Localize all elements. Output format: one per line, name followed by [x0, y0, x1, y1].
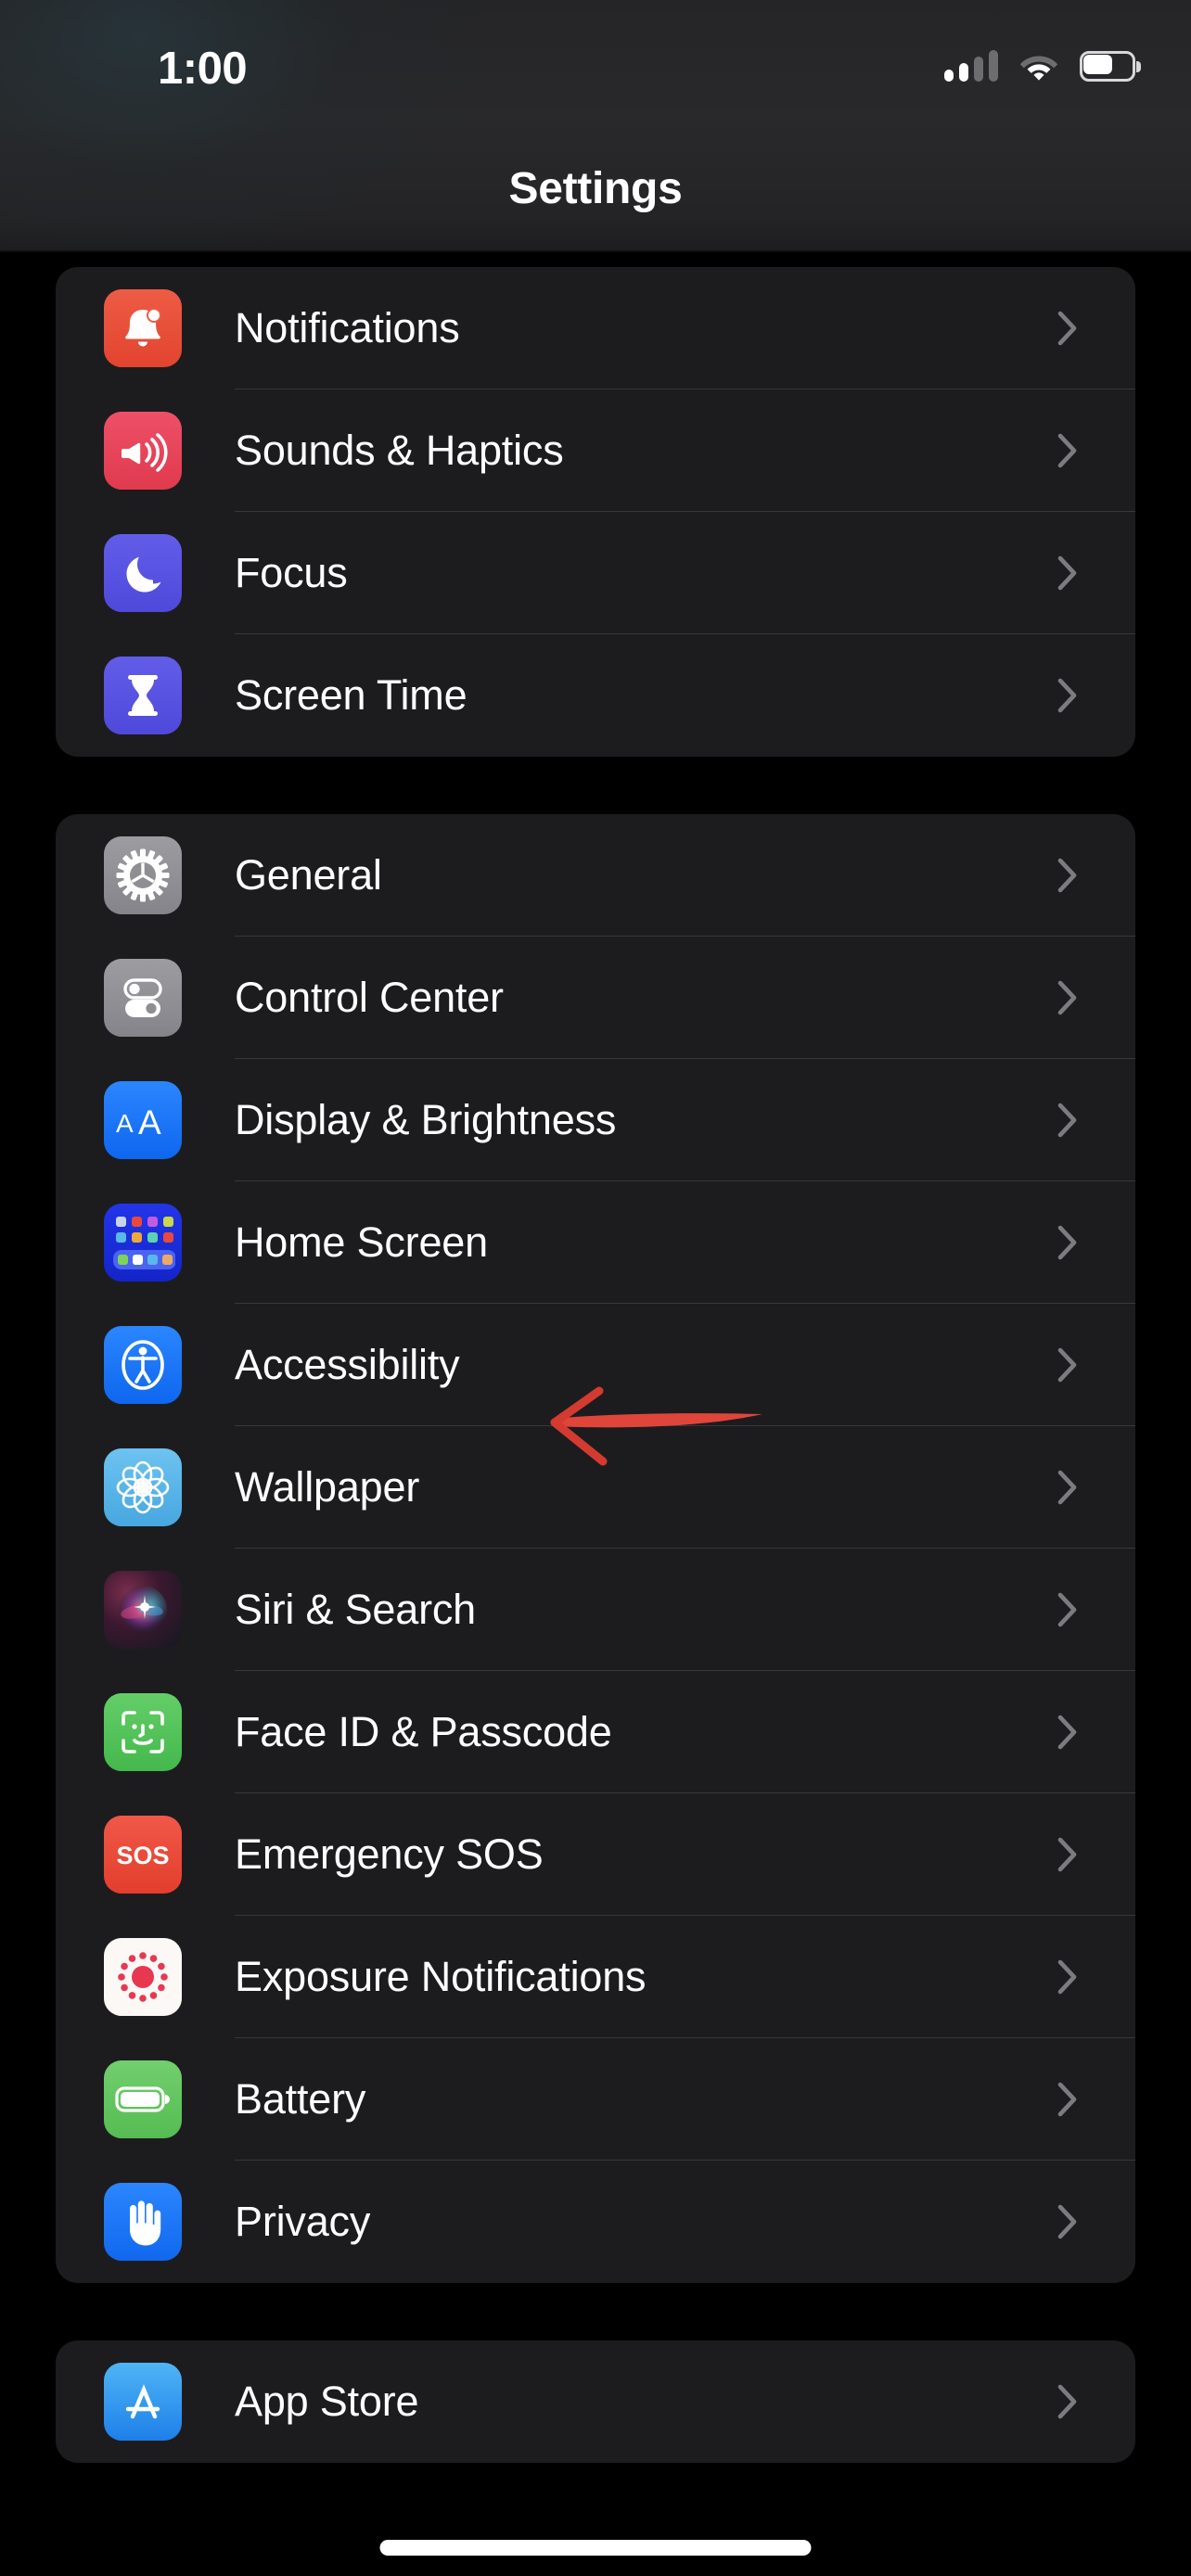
- status-bar: 1:00: [0, 0, 1191, 111]
- moon-icon: [104, 534, 182, 612]
- settings-row-label: Emergency SOS: [235, 1830, 544, 1879]
- chevron-right-icon: [1057, 980, 1078, 1015]
- chevron-right-icon: [1057, 1715, 1078, 1750]
- chevron-right-icon: [1057, 2204, 1078, 2239]
- battery-icon: [1080, 51, 1141, 82]
- settings-scroll-view[interactable]: Notifications Sounds & Haptics Focus Scr…: [0, 252, 1191, 2576]
- chevron-right-icon: [1057, 555, 1078, 591]
- settings-row-privacy[interactable]: Privacy: [56, 2161, 1135, 2283]
- settings-row-label: Accessibility: [235, 1341, 459, 1389]
- settings-row-face-id-passcode[interactable]: Face ID & Passcode: [56, 1671, 1135, 1793]
- settings-row-label: App Store: [235, 2378, 418, 2426]
- group-store: App Store: [56, 2340, 1135, 2463]
- chevron-right-icon: [1057, 1225, 1078, 1260]
- chevron-right-icon: [1057, 311, 1078, 346]
- status-bar-clock: 1:00: [158, 43, 362, 95]
- chevron-right-icon: [1057, 678, 1078, 713]
- settings-row-label: Focus: [235, 549, 348, 597]
- settings-row-battery[interactable]: Battery: [56, 2038, 1135, 2161]
- group-notifications: Notifications Sounds & Haptics Focus Scr…: [56, 267, 1135, 757]
- battery-full-icon: [104, 2060, 182, 2138]
- accessibility-person-icon: [104, 1326, 182, 1404]
- chevron-right-icon: [1057, 2384, 1078, 2419]
- settings-row-label: Wallpaper: [235, 1463, 419, 1511]
- chevron-right-icon: [1057, 2082, 1078, 2117]
- speaker-waves-icon: [104, 412, 182, 490]
- settings-row-label: Control Center: [235, 974, 504, 1022]
- sos-icon: SOS: [104, 1816, 182, 1894]
- settings-row-app-store[interactable]: App Store: [56, 2340, 1135, 2463]
- settings-row-label: Privacy: [235, 2198, 370, 2246]
- exposure-dots-icon: [104, 1938, 182, 2016]
- chevron-right-icon: [1057, 433, 1078, 468]
- settings-row-label: General: [235, 851, 382, 899]
- svg-text:SOS: SOS: [116, 1842, 169, 1869]
- settings-row-label: Face ID & Passcode: [235, 1708, 612, 1756]
- sliders-toggle-icon: [104, 959, 182, 1037]
- settings-row-label: Notifications: [235, 304, 460, 352]
- settings-row-label: Screen Time: [235, 671, 467, 720]
- settings-row-notifications[interactable]: Notifications: [56, 267, 1135, 389]
- app-store-icon: [104, 2363, 182, 2441]
- page-title: Settings: [0, 163, 1191, 214]
- gear-icon: [104, 836, 182, 914]
- app-grid-icon: [104, 1204, 182, 1282]
- chevron-right-icon: [1057, 1347, 1078, 1383]
- settings-row-siri-search[interactable]: Siri & Search: [56, 1549, 1135, 1671]
- flower-icon: [104, 1448, 182, 1526]
- settings-row-general[interactable]: General: [56, 814, 1135, 937]
- group-general: General Control Center A A Display & Bri…: [56, 814, 1135, 2283]
- navigation-header: 1:00 Settings: [0, 0, 1191, 252]
- hand-raised-icon: [104, 2183, 182, 2261]
- settings-row-label: Sounds & Haptics: [235, 427, 564, 475]
- settings-row-focus[interactable]: Focus: [56, 512, 1135, 634]
- svg-text:A: A: [138, 1103, 161, 1141]
- chevron-right-icon: [1057, 1592, 1078, 1627]
- settings-row-label: Display & Brightness: [235, 1096, 616, 1144]
- settings-row-accessibility[interactable]: Accessibility: [56, 1304, 1135, 1426]
- chevron-right-icon: [1057, 858, 1078, 893]
- chevron-right-icon: [1057, 1959, 1078, 1995]
- settings-row-label: Exposure Notifications: [235, 1953, 646, 2001]
- face-id-icon: [104, 1693, 182, 1771]
- settings-row-wallpaper[interactable]: Wallpaper: [56, 1426, 1135, 1549]
- settings-row-exposure-notifications[interactable]: Exposure Notifications: [56, 1916, 1135, 2038]
- aa-text-size-icon: A A: [104, 1081, 182, 1159]
- svg-text:A: A: [116, 1109, 134, 1138]
- settings-row-emergency-sos[interactable]: SOS Emergency SOS: [56, 1793, 1135, 1916]
- chevron-right-icon: [1057, 1837, 1078, 1872]
- settings-row-label: Siri & Search: [235, 1586, 476, 1634]
- settings-row-label: Home Screen: [235, 1218, 488, 1267]
- settings-row-sounds-haptics[interactable]: Sounds & Haptics: [56, 389, 1135, 512]
- cellular-signal-icon: [944, 50, 998, 82]
- status-bar-indicators: [944, 45, 1141, 82]
- settings-row-control-center[interactable]: Control Center: [56, 937, 1135, 1059]
- settings-row-display-brightness[interactable]: A A Display & Brightness: [56, 1059, 1135, 1181]
- hourglass-icon: [104, 657, 182, 734]
- bell-icon: [104, 289, 182, 367]
- settings-row-screen-time[interactable]: Screen Time: [56, 634, 1135, 757]
- wifi-icon: [1018, 50, 1059, 82]
- chevron-right-icon: [1057, 1103, 1078, 1138]
- home-indicator: [380, 2540, 812, 2556]
- settings-row-label: Battery: [235, 2075, 365, 2123]
- siri-orb-icon: [104, 1571, 182, 1649]
- settings-row-home-screen[interactable]: Home Screen: [56, 1181, 1135, 1304]
- chevron-right-icon: [1057, 1470, 1078, 1505]
